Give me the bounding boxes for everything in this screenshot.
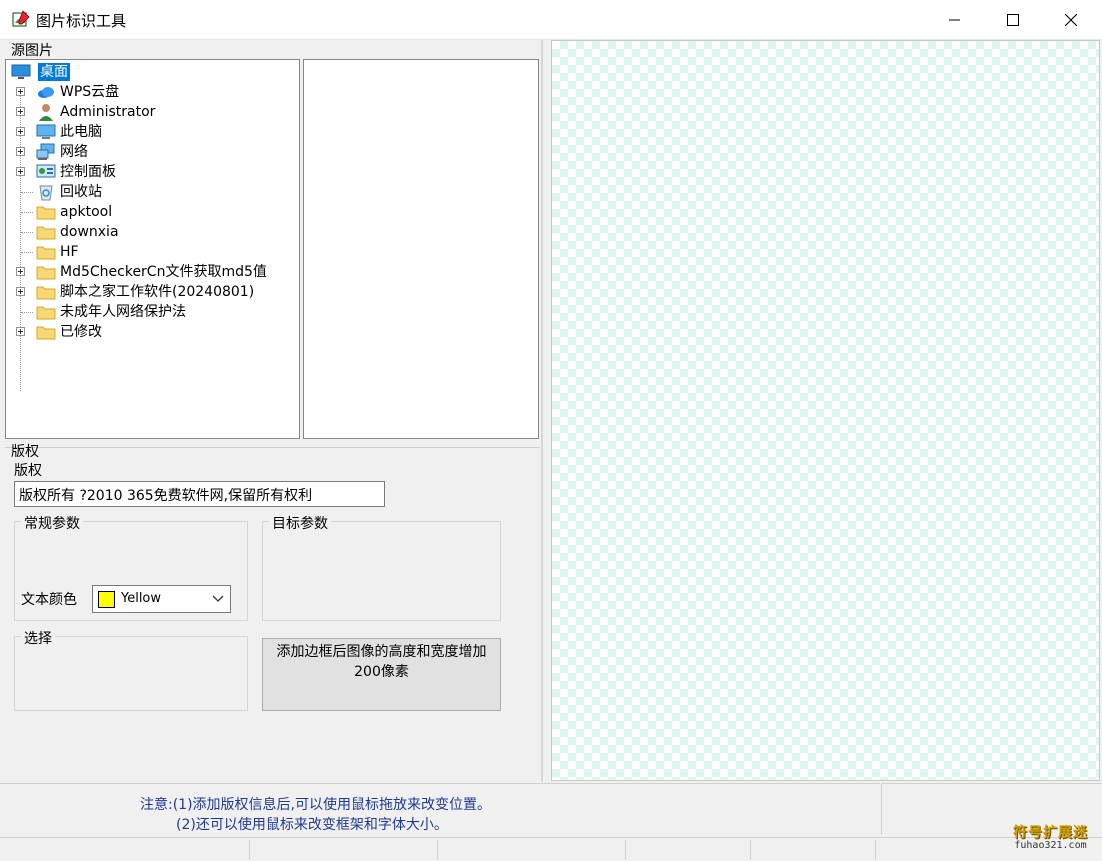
tree-item[interactable]: 脚本之家工作软件(20240801) (6, 282, 296, 302)
expand-icon[interactable] (16, 87, 25, 96)
tree-item-label: WPS云盘 (60, 84, 120, 100)
window-title: 图片标识工具 (36, 12, 127, 30)
folder-icon (36, 323, 56, 341)
watermark-url: fuhao321.com (1014, 840, 1087, 851)
folder-tree[interactable]: 桌面 WPS云盘 Administrator 此电脑网络控制面板回收站 apktool d… (5, 59, 300, 439)
maximize-icon (1007, 14, 1019, 26)
desktop-icon (11, 63, 31, 81)
tree-item-label: HF (60, 244, 79, 260)
expand-icon[interactable] (16, 107, 25, 116)
tree-item[interactable]: 未成年人网络保护法 (6, 302, 296, 322)
tree-connector (21, 252, 33, 253)
folder-icon (36, 263, 56, 281)
chevron-down-icon (212, 595, 224, 602)
folder-icon (36, 303, 56, 321)
tree-item-label: Md5CheckerCn文件获取md5值 (60, 264, 267, 280)
general-params-title: 常规参数 (21, 513, 83, 533)
copyright-input[interactable]: 版权所有 ?2010 365免费软件网,保留所有权利 (14, 481, 385, 507)
folder-icon (36, 223, 56, 241)
notes-panel: 注意:(1)添加版权信息后,可以使用鼠标拖放来改变位置。 (2)还可以使用鼠标来… (0, 783, 880, 835)
tree-item-label: downxia (60, 224, 119, 240)
select-frame: 选择 (14, 628, 248, 711)
text-color-select[interactable]: Yellow (92, 585, 231, 613)
app-icon (12, 10, 30, 27)
expand-icon[interactable] (16, 127, 25, 136)
tree-item-label: 此电脑 (60, 124, 102, 140)
note-line-2: (2)还可以使用鼠标来改变框架和字体大小。 (176, 817, 448, 833)
note-line-1: 注意:(1)添加版权信息后,可以使用鼠标拖放来改变位置。 (140, 797, 491, 813)
tree-item-label: 已修改 (60, 324, 102, 340)
tree-item[interactable]: 桌面 (6, 62, 296, 82)
tree-connector (21, 192, 33, 193)
title-bar: 图片标识工具 (0, 0, 1102, 40)
text-color-value: Yellow (121, 591, 162, 606)
tree-item-label: 桌面 (38, 63, 70, 81)
file-list[interactable] (303, 59, 539, 439)
status-separator (437, 840, 438, 860)
tree-item-label: Administrator (60, 104, 156, 120)
close-icon (1065, 14, 1077, 26)
status-bar (0, 837, 1102, 861)
minimize-icon (949, 19, 960, 21)
minimize-button[interactable] (926, 0, 984, 40)
tree-item[interactable]: Administrator (6, 102, 296, 122)
tree-item[interactable]: HF (6, 242, 296, 262)
select-title: 选择 (21, 628, 55, 648)
panel-splitter[interactable] (541, 40, 543, 782)
recycle-bin-icon (36, 183, 56, 201)
add-border-button[interactable]: 添加边框后图像的高度和宽度增加200像素 (262, 638, 501, 711)
cloud-icon (36, 83, 56, 101)
tree-item[interactable]: 控制面板 (6, 162, 296, 182)
status-separator (249, 840, 250, 860)
tree-connector (21, 232, 33, 233)
tree-item[interactable]: downxia (6, 222, 296, 242)
tree-item-label: 网络 (60, 144, 88, 160)
expand-icon[interactable] (16, 327, 25, 336)
user-icon (36, 103, 56, 121)
tree-connector (21, 312, 33, 313)
copyright-field-label: 版权 (14, 463, 42, 479)
maximize-button[interactable] (984, 0, 1042, 40)
folder-icon (36, 283, 56, 301)
color-swatch (98, 591, 115, 608)
tree-item[interactable]: WPS云盘 (6, 82, 296, 102)
tree-item[interactable]: 已修改 (6, 322, 296, 342)
expand-icon[interactable] (16, 287, 25, 296)
text-color-label: 文本颜色 (21, 592, 77, 608)
expand-icon[interactable] (16, 167, 25, 176)
tree-item-label: 控制面板 (60, 164, 116, 180)
tree-item[interactable]: Md5CheckerCn文件获取md5值 (6, 262, 296, 282)
tree-item-label: 未成年人网络保护法 (60, 304, 186, 320)
status-separator (625, 840, 626, 860)
watermark: 符号扩展迷 fuhao321.com (1003, 822, 1098, 851)
tree-connector (21, 212, 33, 213)
expand-icon[interactable] (16, 267, 25, 276)
section-divider (5, 447, 540, 448)
image-preview[interactable] (551, 40, 1100, 781)
folder-icon (36, 243, 56, 261)
network-icon (36, 143, 56, 161)
status-separator (750, 840, 751, 860)
target-params-frame: 目标参数 (262, 513, 501, 621)
expand-icon[interactable] (16, 147, 25, 156)
tree-item-label: 回收站 (60, 184, 102, 200)
copyright-group-label: 版权 (11, 444, 39, 460)
tree-item[interactable]: 回收站 (6, 182, 296, 202)
target-params-title: 目标参数 (269, 513, 331, 533)
tree-item-label: 脚本之家工作软件(20240801) (60, 284, 255, 300)
control-panel-icon (36, 163, 56, 181)
folder-icon (36, 203, 56, 221)
source-group-label: 源图片 (11, 43, 53, 59)
watermark-title: 符号扩展迷 (1013, 825, 1088, 841)
tree-item-label: apktool (60, 204, 113, 220)
tree-item[interactable]: 网络 (6, 142, 296, 162)
tree-item[interactable]: 此电脑 (6, 122, 296, 142)
tree-item[interactable]: apktool (6, 202, 296, 222)
computer-icon (36, 123, 56, 141)
close-button[interactable] (1042, 0, 1100, 40)
status-separator (875, 840, 876, 860)
